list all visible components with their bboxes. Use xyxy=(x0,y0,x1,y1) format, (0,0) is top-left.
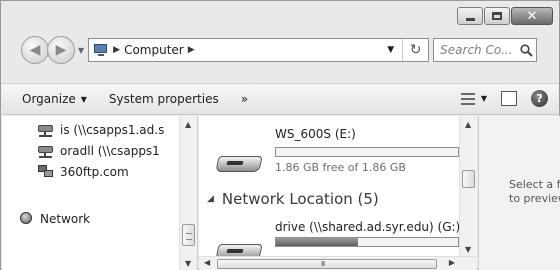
nav-item-label: Network xyxy=(40,212,91,226)
network-drive-icon xyxy=(38,123,54,137)
help-icon[interactable]: ? xyxy=(531,90,548,107)
scrollbar-thumb[interactable] xyxy=(217,259,437,269)
network-icon xyxy=(18,212,34,226)
preview-message-line2: to preview. xyxy=(509,192,560,205)
scrollbar-thumb[interactable] xyxy=(462,170,475,188)
organize-menu-button[interactable]: Organize ▼ xyxy=(22,92,87,106)
organize-label: Organize xyxy=(22,92,76,106)
preview-pane: Select a file to preview. xyxy=(478,116,560,270)
nav-item-label: 360ftp.com xyxy=(60,165,129,179)
network-drive-icon xyxy=(38,144,54,158)
drive-usage-fill xyxy=(276,238,358,246)
refresh-icon: ↻ xyxy=(409,42,422,58)
drive-name[interactable]: WS_600S (E:) xyxy=(275,127,356,141)
content-pane: WS_600S (E:) 1.86 GB free of 1.86 GB ◢ N… xyxy=(199,116,459,270)
scrollbar-thumb[interactable] xyxy=(182,224,195,246)
breadcrumb-separator-icon[interactable]: ▶ xyxy=(113,45,120,55)
refresh-button[interactable]: ↻ xyxy=(402,39,428,61)
chevron-down-icon: ▼ xyxy=(480,94,487,103)
drive-usage-bar xyxy=(275,147,459,157)
minimize-button[interactable] xyxy=(457,7,483,25)
chevron-down-icon: ▼ xyxy=(80,94,87,104)
breadcrumb-computer[interactable]: Computer xyxy=(124,43,184,57)
close-icon: ✕ xyxy=(526,8,538,24)
search-box[interactable]: Search Co... xyxy=(433,38,538,62)
search-icon[interactable] xyxy=(516,43,536,57)
breadcrumb-separator-icon[interactable]: ▶ xyxy=(188,45,195,55)
scroll-up-icon[interactable]: ▲ xyxy=(465,120,471,129)
horizontal-scrollbar[interactable]: ◀ III ▶ xyxy=(199,256,477,270)
collapse-triangle-icon[interactable]: ◢ xyxy=(207,194,214,204)
scrollbar-grip-icon: III xyxy=(321,260,325,268)
system-properties-label: System properties xyxy=(108,92,219,106)
address-bar[interactable]: ▶ Computer ▶ ▼ ↻ xyxy=(88,38,430,62)
drive-usage-bar xyxy=(275,237,459,247)
forward-arrow-icon: ▶ xyxy=(55,42,67,58)
more-commands-button[interactable]: » xyxy=(240,92,248,106)
explorer-window: ✕ ◀ ▶ ▼ ▶ Computer ▶ ▼ ↻ Search Co... Or… xyxy=(0,0,560,270)
preview-message: Select a file to preview. xyxy=(509,178,560,206)
nav-item-oradll-drive[interactable]: oradll (\\csapps1 xyxy=(38,144,160,158)
close-button[interactable]: ✕ xyxy=(511,7,553,25)
group-header-label: Network Location (5) xyxy=(221,190,379,208)
scroll-down-icon[interactable]: ▼ xyxy=(465,245,471,254)
navigation-bar: ◀ ▶ ▼ ▶ Computer ▶ ▼ ↻ Search Co... xyxy=(21,35,553,65)
computer-icon xyxy=(93,43,109,57)
command-bar: Organize ▼ System properties » ▼ ? xyxy=(2,83,558,115)
network-location-icon xyxy=(38,165,54,179)
more-commands-icon: » xyxy=(240,92,248,106)
nav-item-360ftp[interactable]: 360ftp.com xyxy=(38,165,129,179)
drive-name[interactable]: drive (\\shared.ad.syr.edu) (G:) xyxy=(275,220,459,234)
group-header-network-location[interactable]: ◢ Network Location (5) xyxy=(207,190,379,208)
toolbar-right-group: ▼ ? xyxy=(460,90,548,107)
scroll-right-icon[interactable]: ▶ xyxy=(449,258,455,267)
usb-drive-icon xyxy=(215,150,263,178)
caption-buttons: ✕ xyxy=(457,7,553,25)
change-view-button[interactable]: ▼ xyxy=(460,92,487,105)
system-properties-button[interactable]: System properties xyxy=(109,92,219,106)
scroll-left-icon[interactable]: ◀ xyxy=(204,258,210,267)
forward-button[interactable]: ▶ xyxy=(47,36,75,64)
recent-pages-dropdown-icon[interactable]: ▼ xyxy=(78,46,84,55)
content-scrollbar[interactable]: ▲ ▼ xyxy=(459,116,477,256)
preview-pane-toggle-icon[interactable] xyxy=(501,91,517,106)
drive-free-space: 1.86 GB free of 1.86 GB xyxy=(275,161,406,174)
preview-message-line1: Select a file xyxy=(509,178,560,191)
nav-item-label: oradll (\\csapps1 xyxy=(60,144,160,158)
navigation-pane: is (\\csapps1.ad.s oradll (\\csapps1 360… xyxy=(2,116,198,270)
nav-item-network[interactable]: Network xyxy=(18,212,90,226)
back-button[interactable]: ◀ xyxy=(21,36,49,64)
views-icon xyxy=(460,92,475,105)
nav-item-label: is (\\csapps1.ad.s xyxy=(60,123,165,137)
minimize-icon xyxy=(465,17,475,21)
maximize-button[interactable] xyxy=(484,7,510,25)
nav-item-is-drive[interactable]: is (\\csapps1.ad.s xyxy=(38,123,164,137)
back-arrow-icon: ◀ xyxy=(29,42,41,58)
scroll-up-icon[interactable]: ▲ xyxy=(185,120,191,129)
nav-pane-scrollbar[interactable]: ▲ ▼ xyxy=(179,116,197,270)
scroll-down-icon[interactable]: ▼ xyxy=(185,259,191,268)
search-input[interactable]: Search Co... xyxy=(440,43,516,57)
maximize-icon xyxy=(492,12,502,20)
address-dropdown-icon[interactable]: ▼ xyxy=(387,45,394,55)
